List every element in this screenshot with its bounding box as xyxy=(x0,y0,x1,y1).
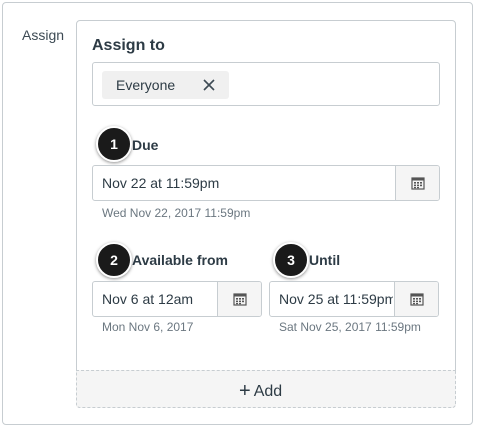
step-badge-3: 3 xyxy=(273,242,309,278)
add-button-content[interactable]: + Add xyxy=(239,379,282,402)
calendar-icon xyxy=(233,293,247,306)
calendar-icon xyxy=(411,177,425,190)
until-label: Until xyxy=(309,252,341,268)
step-badge-1: 1 xyxy=(96,126,132,162)
due-date-value: Nov 22 at 11:59pm xyxy=(102,175,220,191)
close-icon[interactable] xyxy=(202,78,216,92)
until-date-input[interactable]: Nov 25 at 11:59pm xyxy=(269,281,439,317)
assign-to-title: Assign to xyxy=(92,37,165,54)
add-button-label: Add xyxy=(253,383,283,400)
due-label: Due xyxy=(132,137,159,153)
due-date-hint: Wed Nov 22, 2017 11:59pm xyxy=(102,206,251,220)
plus-icon: + xyxy=(239,380,251,402)
until-calendar-button[interactable] xyxy=(394,282,438,316)
available-from-calendar-button[interactable] xyxy=(217,282,261,316)
until-date-value: Nov 25 at 11:59pm xyxy=(279,291,393,307)
assignee-token-label: Everyone xyxy=(116,77,176,93)
available-from-hint: Mon Nov 6, 2017 xyxy=(102,320,194,334)
available-from-value: Nov 6 at 12am xyxy=(102,291,194,307)
available-from-label: Available from xyxy=(132,252,228,268)
step-badge-2: 2 xyxy=(96,242,132,278)
calendar-icon xyxy=(410,293,424,306)
due-calendar-button[interactable] xyxy=(395,166,439,200)
section-label: Assign xyxy=(22,27,65,43)
until-date-hint: Sat Nov 25, 2017 11:59pm xyxy=(279,320,421,334)
due-date-input[interactable]: Nov 22 at 11:59pm xyxy=(92,165,440,201)
available-from-input[interactable]: Nov 6 at 12am xyxy=(92,281,262,317)
